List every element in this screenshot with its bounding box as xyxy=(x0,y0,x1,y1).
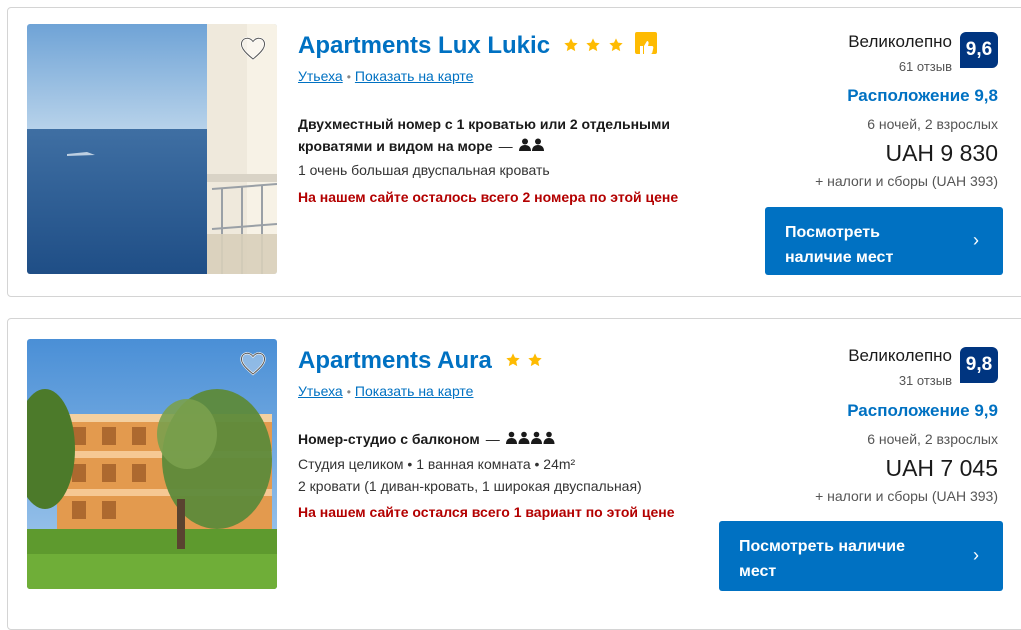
rating-word: Великолепно xyxy=(848,346,952,365)
separator-dot: • xyxy=(346,385,351,399)
room-name: Номер-студио с балконом xyxy=(298,431,480,447)
star-icon xyxy=(609,37,623,51)
star-icon xyxy=(586,37,601,51)
property-card: Apartments Lux Lukic Утьеха • Показать на … xyxy=(7,7,1021,297)
dash-separator: — xyxy=(485,431,500,447)
room-size-info: Студия целиком • 1 ванная комната • 24m² xyxy=(298,456,576,472)
taxes-fees: + налоги и сборы (UAH 393) xyxy=(815,173,998,189)
chevron-right-icon: › xyxy=(973,545,979,565)
room-bed-info: 2 кровати (1 диван-кровать, 1 широкая дв… xyxy=(298,478,642,494)
show-on-map-link[interactable]: Показать на карте xyxy=(355,383,474,399)
availability-warning: На нашем сайте остался всего 1 вариант п… xyxy=(298,504,675,520)
taxes-fees: + налоги и сборы (UAH 393) xyxy=(815,488,998,504)
location-score: Расположение 9,8 xyxy=(847,86,998,105)
star-rating xyxy=(505,345,544,373)
separator-dot: • xyxy=(346,70,351,84)
property-title[interactable]: Apartments Lux Lukic xyxy=(298,30,657,60)
show-on-map-link[interactable]: Показать на карте xyxy=(355,68,474,84)
thumbs-up-icon[interactable] xyxy=(634,32,657,54)
area-link[interactable]: Утьеха xyxy=(298,68,343,84)
price: UAH 7 045 xyxy=(885,455,998,481)
location-links: Утьеха • Показать на карте xyxy=(298,383,473,399)
review-count: 31 отзыв xyxy=(898,373,952,388)
stay-info: 6 ночей, 2 взрослых xyxy=(867,116,998,132)
property-name[interactable]: Apartments Aura xyxy=(298,347,492,374)
room-name: Двухместный номер с 1 кроватью или 2 отд… xyxy=(298,116,670,154)
rating-word: Великолепно xyxy=(848,32,952,51)
property-title[interactable]: Apartments Aura xyxy=(298,345,543,375)
room-title: Номер-студио с балконом — xyxy=(298,428,718,451)
occupancy-icon xyxy=(518,136,545,158)
button-label: Посмотреть наличие мест xyxy=(785,224,894,266)
room-title: Двухместный номер с 1 кроватью или 2 отд… xyxy=(298,113,718,158)
star-icon xyxy=(564,37,578,51)
heart-outline-icon[interactable] xyxy=(237,347,269,379)
star-icon xyxy=(505,352,520,366)
stay-info: 6 ночей, 2 взрослых xyxy=(867,431,998,447)
location-score: Расположение 9,9 xyxy=(847,401,998,420)
property-name[interactable]: Apartments Lux Lukic xyxy=(298,32,550,59)
see-availability-button[interactable]: Посмотреть наличие мест › xyxy=(719,521,1003,591)
dash-separator: — xyxy=(498,138,513,154)
chevron-right-icon: › xyxy=(973,230,979,250)
see-availability-button[interactable]: Посмотреть наличие мест › xyxy=(765,207,1003,275)
availability-warning: На нашем сайте осталось всего 2 номера п… xyxy=(298,189,679,205)
occupancy-icon xyxy=(505,429,556,451)
location-links: Утьеха • Показать на карте xyxy=(298,68,473,84)
review-score-badge[interactable]: 9,8 xyxy=(960,347,998,383)
room-bed-info: 1 очень большая двуспальная кровать xyxy=(298,162,550,178)
star-icon xyxy=(528,352,542,366)
button-label: Посмотреть наличие мест xyxy=(739,538,905,580)
property-photo[interactable] xyxy=(27,339,277,589)
heart-outline-icon[interactable] xyxy=(237,32,269,64)
review-count: 61 отзыв xyxy=(898,59,952,74)
star-rating xyxy=(563,30,657,58)
property-card: Apartments Aura Утьеха • Показать на карте… xyxy=(7,318,1021,630)
review-score-badge[interactable]: 9,6 xyxy=(960,32,998,68)
property-photo[interactable] xyxy=(27,24,277,274)
area-link[interactable]: Утьеха xyxy=(298,383,343,399)
price: UAH 9 830 xyxy=(885,140,998,166)
